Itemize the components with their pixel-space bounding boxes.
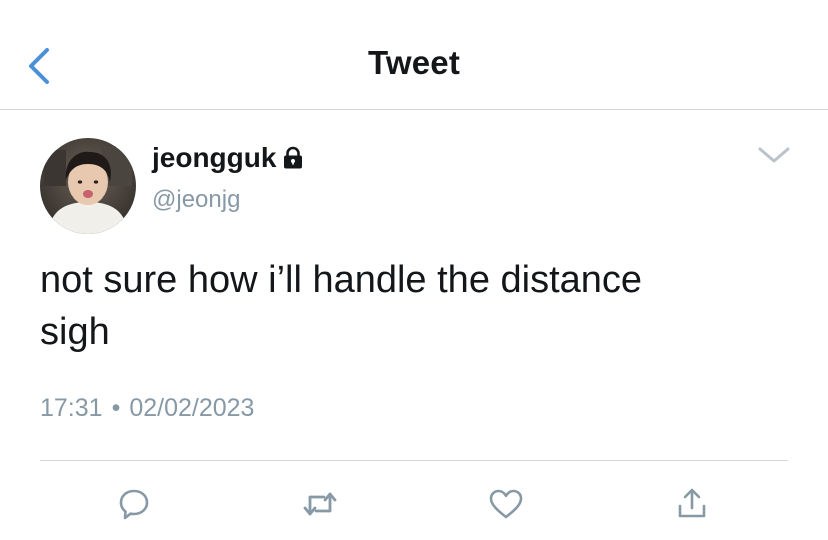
author-name-row[interactable]: jeongguk [152,142,305,174]
user-handle[interactable]: @jeonjg [152,186,240,214]
share-button[interactable] [670,482,714,526]
tweet-date: 02/02/2023 [129,394,255,422]
reply-bubble-icon [119,489,149,520]
meta-separator: • [111,394,121,422]
tweet-text-line: sigh [40,311,110,353]
lock-icon [281,146,305,170]
more-options-button[interactable] [756,140,792,170]
avatar[interactable] [40,138,136,234]
avatar-photo [40,138,136,234]
divider [40,460,788,461]
tweet-text-line: not sure how i’ll handle the distance [40,259,643,301]
share-icon [678,488,706,518]
like-button[interactable] [484,482,528,526]
heart-icon [489,489,523,519]
retweet-button[interactable] [298,482,342,526]
chevron-down-icon [758,147,790,163]
tweet-timestamp: 17:31 • 02/02/2023 [40,394,254,423]
retweet-icon [303,492,337,516]
reply-button[interactable] [112,482,156,526]
top-bar: Tweet [0,0,828,110]
tweet-text: not sure how i’ll handle the distance si… [40,254,780,358]
action-bar [0,482,828,526]
display-name[interactable]: jeongguk [152,142,276,174]
tweet-time: 17:31 [40,394,103,422]
page-title: Tweet [367,44,461,81]
